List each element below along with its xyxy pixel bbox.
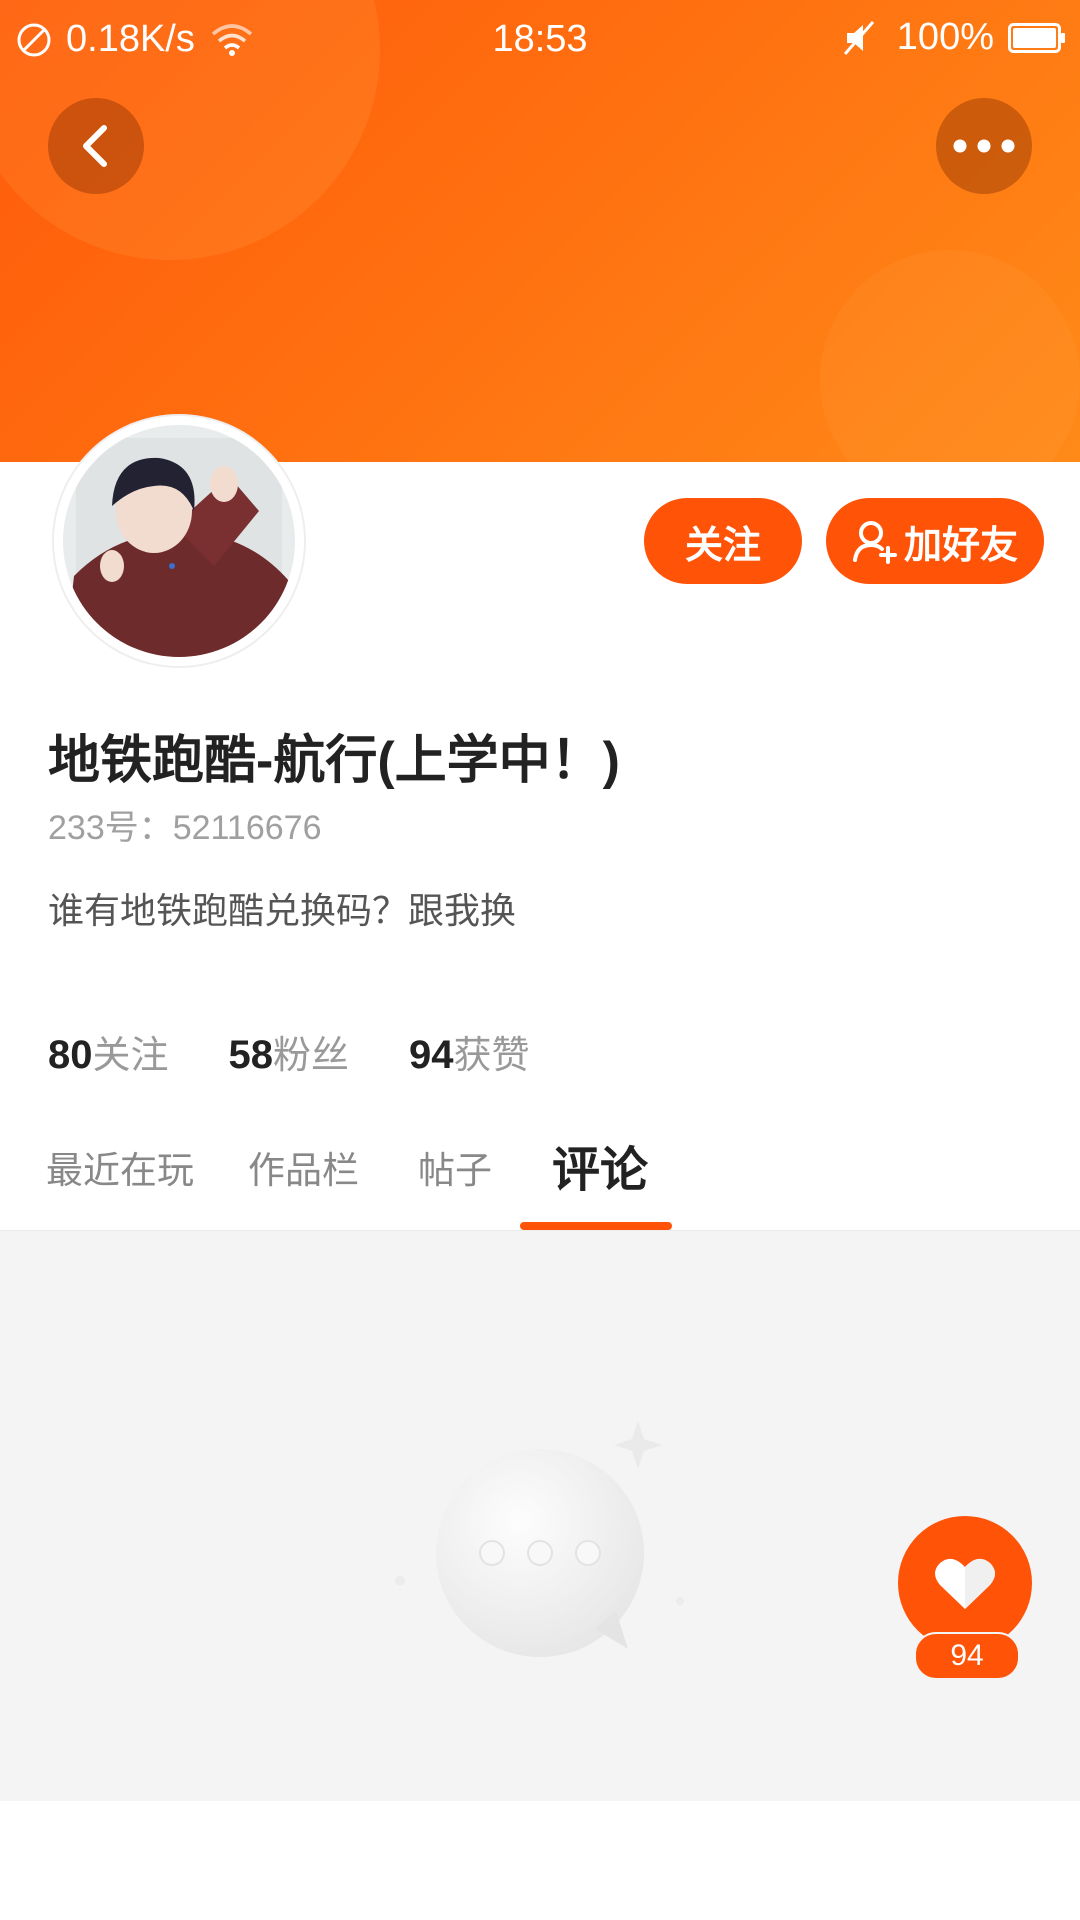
comments-content [0,1230,1080,1801]
stat-following[interactable]: 80 关注 [48,1024,169,1079]
like-button[interactable] [898,1516,1032,1650]
more-button[interactable] [936,98,1032,194]
tab-comments[interactable]: 评论 [552,1130,648,1200]
likes-label: 获赞 [453,1035,530,1077]
profile-tabs: 最近在玩 作品栏 帖子 评论 [0,1120,1080,1230]
add-person-icon [852,521,897,564]
avatar-image [63,425,295,657]
status-right: 100% [839,16,1066,59]
profile-user-id: 233号：52116676 [48,809,322,847]
profile-stats: 80 关注 58 粉丝 94 获赞 [48,1024,590,1079]
mute-icon [843,20,874,55]
battery-icon [1008,22,1065,53]
heart-icon [935,1558,995,1609]
likes-count: 94 [409,1033,454,1077]
profile-bio: 谁有地铁跑酷兑换码？跟我换 [48,890,517,931]
back-button[interactable] [48,98,144,194]
tab-recently-played[interactable]: 最近在玩 [46,1140,194,1194]
follow-button[interactable]: 关注 [644,498,802,584]
stat-fans[interactable]: 58 粉丝 [229,1024,350,1079]
follow-label: 关注 [684,524,761,567]
more-dots-icon [953,139,1015,153]
tab-posts[interactable]: 帖子 [418,1140,492,1194]
like-count-badge: 94 [914,1632,1020,1680]
following-count: 80 [48,1033,93,1077]
avatar[interactable] [54,416,304,666]
tab-active-indicator [520,1222,672,1230]
status-bar: 0.18K/s 18:53 100% [0,0,1080,80]
fans-label: 粉丝 [273,1035,350,1077]
add-friend-button[interactable]: 加好友 [826,498,1044,584]
add-friend-label: 加好友 [903,524,1018,567]
profile-nickname: 地铁跑酷-航行(上学中！) [48,732,620,790]
tab-works[interactable]: 作品栏 [248,1140,359,1194]
following-label: 关注 [92,1035,169,1077]
banner-decoration [820,250,1080,462]
chevron-left-icon [83,125,107,167]
fans-count: 58 [228,1033,274,1077]
battery-percent: 100% [896,16,994,58]
stat-likes[interactable]: 94 获赞 [409,1024,530,1079]
empty-comment-bubble-icon [395,1421,684,1657]
